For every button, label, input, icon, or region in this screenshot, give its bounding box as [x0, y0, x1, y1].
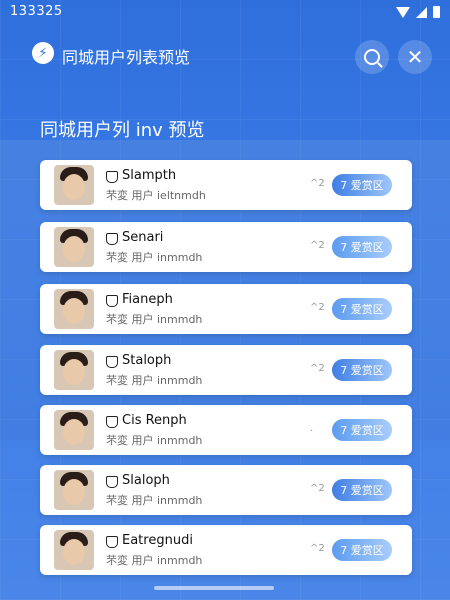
- user-subtitle: 芣変 用户 inmmdh: [106, 251, 203, 264]
- header: ⚡ 同城用户列表预览 ✕: [0, 30, 450, 84]
- user-subtitle: 芣変 用户 inmmdh: [106, 434, 203, 447]
- list-item[interactable]: Staloph 芣変 用户 inmmdh ^2 7 爱赏区: [40, 345, 412, 395]
- user-name: Staloph: [122, 353, 172, 368]
- status-bar: 133325: [0, 0, 450, 26]
- list-item[interactable]: Cis Renph 芣変 用户 inmmdh . 7 爱赏区: [40, 405, 412, 455]
- user-subtitle: 芣変 用户 inmmdh: [106, 374, 203, 387]
- shield-icon: [106, 536, 118, 548]
- user-meta: ^2: [310, 302, 325, 313]
- shield-icon: [106, 356, 118, 368]
- shield-icon: [106, 233, 118, 245]
- user-meta: .: [310, 423, 314, 434]
- shield-icon: [106, 476, 118, 488]
- user-name: Fianeph: [122, 292, 173, 307]
- user-meta: ^2: [310, 363, 325, 374]
- action-button[interactable]: 7 爱赏区: [332, 359, 392, 381]
- list-item[interactable]: Slaloph 芣変 用户 inmmdh ^2 7 爱赏区: [40, 465, 412, 515]
- user-subtitle: 芣変 用户 inmmdh: [106, 313, 203, 326]
- list-item[interactable]: Slampth 芣変 用户 ieltnmdh ^2 7 爱赏区: [40, 160, 412, 210]
- avatar: [54, 530, 94, 570]
- user-name: Slaloph: [122, 473, 170, 488]
- action-button[interactable]: 7 爱赏区: [332, 174, 392, 196]
- action-button[interactable]: 7 爱赏区: [332, 298, 392, 320]
- action-button[interactable]: 7 爱赏区: [332, 479, 392, 501]
- close-icon: ✕: [406, 45, 424, 69]
- user-name: Senari: [122, 230, 164, 245]
- list-item[interactable]: Eatregnudi 芣変 用户 inmmdh ^2 7 爱赏区: [40, 525, 412, 575]
- avatar: [54, 165, 94, 205]
- user-meta: ^2: [310, 178, 325, 189]
- signal-icon: [416, 6, 427, 18]
- user-meta: ^2: [310, 483, 325, 494]
- list-item[interactable]: Senari 芣変 用户 inmmdh ^2 7 爱赏区: [40, 222, 412, 272]
- app-logo-icon: ⚡: [32, 42, 54, 64]
- shield-icon: [106, 295, 118, 307]
- section-title: 同城用户列 inv 预览: [40, 120, 205, 141]
- user-name: Slampth: [122, 168, 177, 183]
- user-meta: ^2: [310, 240, 325, 251]
- avatar: [54, 410, 94, 450]
- avatar: [54, 350, 94, 390]
- shield-icon: [106, 171, 118, 183]
- user-name: Eatregnudi: [122, 533, 193, 548]
- home-indicator[interactable]: [154, 586, 274, 590]
- user-subtitle: 芣変 用户 ieltnmdh: [106, 189, 206, 202]
- avatar: [54, 470, 94, 510]
- shield-icon: [106, 416, 118, 428]
- avatar: [54, 289, 94, 329]
- battery-icon: [433, 6, 440, 18]
- close-button[interactable]: ✕: [398, 40, 432, 74]
- list-item[interactable]: Fianeph 芣変 用户 inmmdh ^2 7 爱赏区: [40, 284, 412, 334]
- avatar: [54, 227, 94, 267]
- action-button[interactable]: 7 爱赏区: [332, 236, 392, 258]
- user-name: Cis Renph: [122, 413, 187, 428]
- status-icons: [396, 6, 440, 18]
- action-button[interactable]: 7 爱赏区: [332, 539, 392, 561]
- search-button[interactable]: [355, 40, 389, 74]
- wifi-icon: [396, 6, 410, 18]
- header-title: 同城用户列表预览: [62, 48, 191, 67]
- user-subtitle: 芣変 用户 inmmdh: [106, 494, 203, 507]
- user-meta: ^2: [310, 543, 325, 554]
- action-button[interactable]: 7 爱赏区: [332, 419, 392, 441]
- user-subtitle: 芣変 用户 inmmdh: [106, 554, 203, 567]
- status-time: 133325: [10, 4, 63, 19]
- search-icon: [364, 49, 380, 65]
